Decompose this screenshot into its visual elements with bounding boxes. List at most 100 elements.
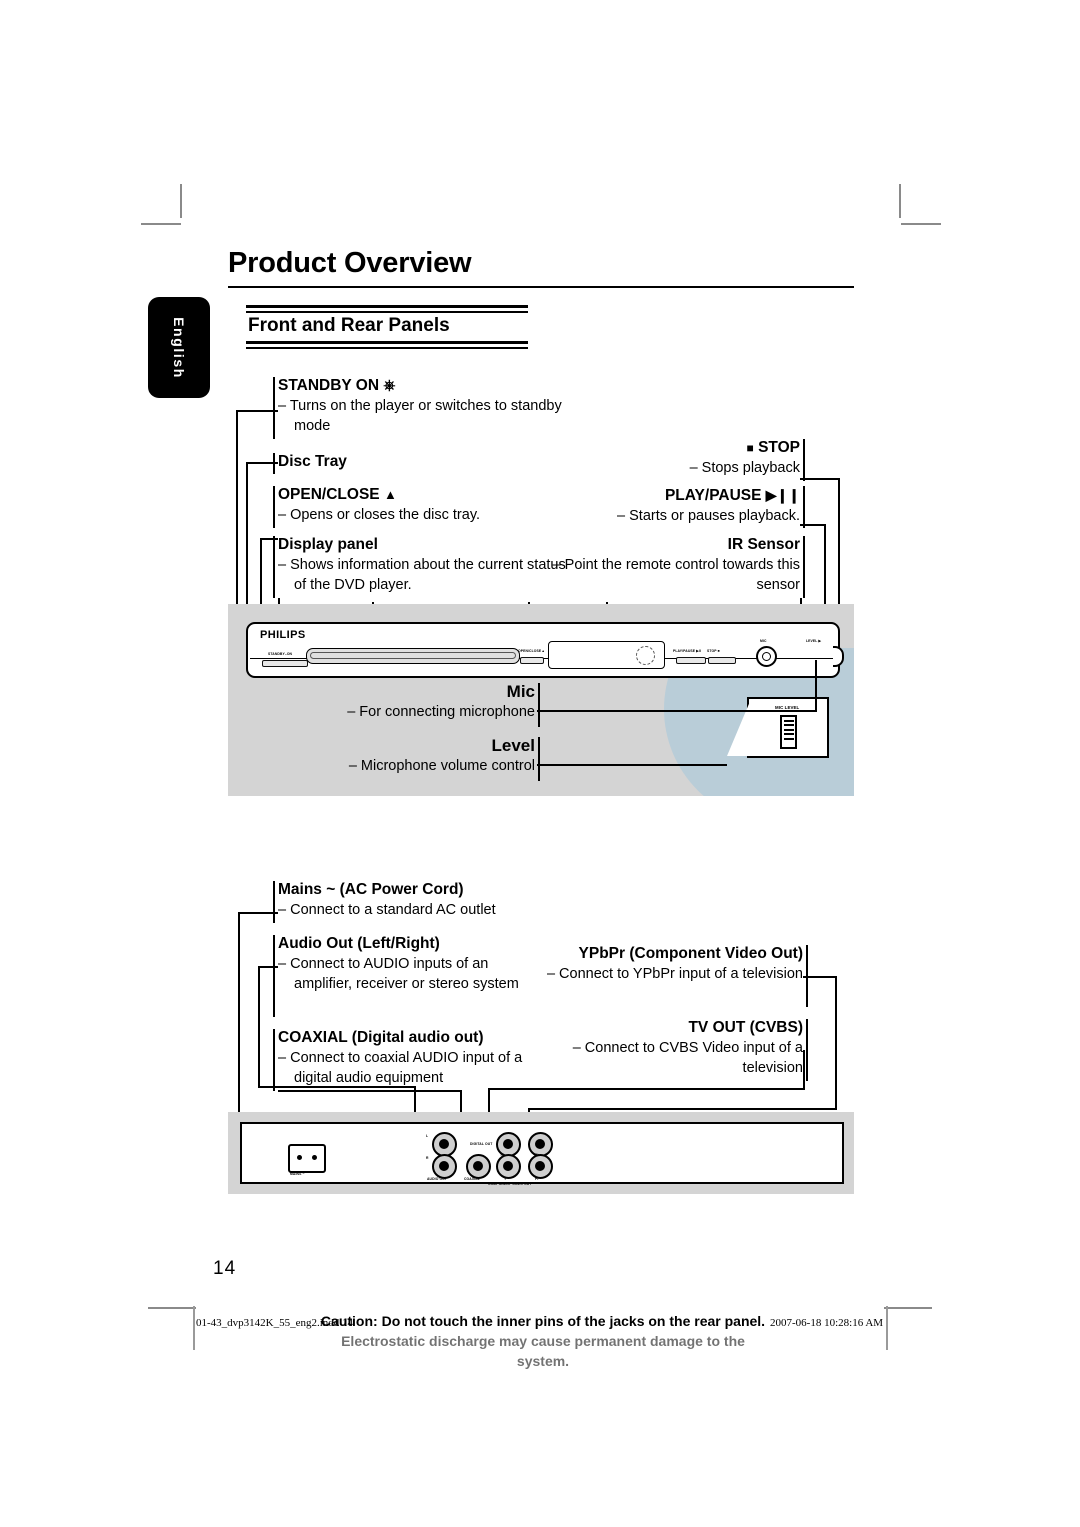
dvd-player-front-body: PHILIPS STANDBY–ON OPEN/CLOSE ▴ PLAY/PAU… xyxy=(246,622,844,678)
stop-icon: ■ xyxy=(746,441,754,455)
crop-mark-top-right-horizontal xyxy=(901,223,941,225)
crop-mark-top-left-vertical xyxy=(180,184,182,218)
disc-tray-art xyxy=(306,648,520,664)
audio-out-label: AUDIO OUT xyxy=(427,1177,447,1181)
callout-term-label: Level xyxy=(491,736,535,755)
callout-term: STANDBY ON ⎈ xyxy=(278,376,568,396)
callout-bar xyxy=(803,486,805,528)
leader-ypbpr-horizontal2 xyxy=(528,1108,836,1110)
footer-crop-rule-left xyxy=(148,1307,196,1309)
export-timestamp: 2007-06-18 10:28:16 AM xyxy=(770,1317,884,1329)
callout-description: – Connect to YPbPr input of a television xyxy=(546,966,803,982)
power-icon: ⎈ xyxy=(383,377,396,394)
language-tab-label: English xyxy=(171,316,187,379)
page-title: Product Overview xyxy=(228,247,472,279)
leader-level-horizontal xyxy=(537,764,727,766)
inset-wedge xyxy=(727,699,751,756)
leader-mains-horizontal xyxy=(238,912,278,914)
crop-mark-top-left-horizontal xyxy=(141,223,181,225)
page-title-rule xyxy=(228,286,854,288)
callout-term-label: STOP xyxy=(758,439,800,456)
callout-term-label: Mic xyxy=(506,682,535,701)
callout-term: ■ STOP xyxy=(540,438,800,458)
callout-tv-out: TV OUT (CVBS) – Connect to CVBS Video in… xyxy=(545,1018,808,1081)
leader-openclose-horizontal xyxy=(260,538,278,540)
component-y-label: Y xyxy=(504,1177,507,1181)
crop-mark-top-right-vertical xyxy=(899,184,901,218)
mic-jack-art xyxy=(756,646,777,667)
section-rule-bottom-thin xyxy=(246,347,528,349)
play-pause-icon: ▶❙❙ xyxy=(765,487,800,503)
leader-mic-horizontal xyxy=(537,710,817,712)
audio-right-label: R xyxy=(426,1156,429,1160)
leader-audio-horizontal xyxy=(258,966,278,968)
callout-bar xyxy=(803,536,805,598)
callout-bar xyxy=(803,439,805,481)
callout-bar xyxy=(273,377,275,439)
callout-description: – For connecting microphone xyxy=(347,704,535,720)
section-rule-top-thin xyxy=(246,311,528,313)
leader-mic-vertical xyxy=(815,660,817,710)
callout-level: Level – Microphone volume control xyxy=(300,736,540,781)
callout-bar xyxy=(273,486,275,528)
component-pr-label: Pr xyxy=(535,1177,539,1181)
standby-button-art xyxy=(262,660,308,667)
play-pause-button-art xyxy=(676,657,706,664)
digital-out-label: DIGITAL OUT xyxy=(470,1142,493,1146)
callout-disc-tray: Disc Tray xyxy=(273,452,478,474)
caution-line-2: Electrostatic discharge may cause perman… xyxy=(341,1333,745,1369)
callout-bar xyxy=(538,737,540,781)
callout-term-label: OPEN/CLOSE xyxy=(278,486,380,503)
leader-coaxial-horizontal xyxy=(278,1090,462,1092)
callout-play-pause: PLAY/PAUSE ▶❙❙ – Starts or pauses playba… xyxy=(540,485,805,528)
stop-button-art xyxy=(708,657,736,664)
leader-tvout-horizontal xyxy=(488,1088,804,1090)
philips-logo: PHILIPS xyxy=(260,629,306,641)
mic-label-art: MIC xyxy=(760,639,767,643)
callout-open-close: OPEN/CLOSE ▲ – Opens or closes the disc … xyxy=(273,485,568,528)
callout-description: – Connect to coaxial AUDIO input of a di… xyxy=(278,1050,523,1086)
section-rule-bottom-thick xyxy=(246,341,528,344)
callout-description: – Connect to AUDIO inputs of an amplifie… xyxy=(278,956,519,992)
coaxial-label: COAXIAL xyxy=(464,1177,480,1181)
callout-description: – Opens or closes the disc tray. xyxy=(278,507,481,523)
coaxial-socket xyxy=(466,1154,491,1179)
callout-bar xyxy=(273,1029,275,1091)
callout-description: – Microphone volume control xyxy=(348,758,535,774)
callout-term: PLAY/PAUSE ▶❙❙ xyxy=(540,485,800,506)
callout-term-label: PLAY/PAUSE xyxy=(664,487,762,504)
level-label-art: LEVEL ▶ xyxy=(806,639,822,643)
callout-term-label: Disc Tray xyxy=(278,453,347,470)
component-pr-socket xyxy=(528,1154,553,1179)
leader-ypbpr-horizontal xyxy=(803,976,837,978)
callout-term-label: Audio Out (Left/Right) xyxy=(278,935,440,952)
callout-coaxial: COAXIAL (Digital audio out) – Connect to… xyxy=(273,1028,548,1091)
section-title: Front and Rear Panels xyxy=(248,315,450,336)
callout-term-label: IR Sensor xyxy=(727,536,800,553)
open-close-label-art: OPEN/CLOSE ▴ xyxy=(518,649,545,653)
mains-label-art: MAINS ~ xyxy=(290,1172,305,1176)
caution-line-1: Caution: Do not touch the inner pins of … xyxy=(320,1313,766,1329)
source-file-name: 01-43_dvp3142K_55_eng2.indd 14 xyxy=(196,1317,354,1329)
callout-standby-on: STANDBY ON ⎈ – Turns on the player or sw… xyxy=(273,376,568,439)
callout-bar xyxy=(273,935,275,1017)
leader-stop-horizontal xyxy=(800,478,840,480)
leader-stop-vertical xyxy=(838,478,840,618)
callout-bar xyxy=(273,536,275,598)
callout-bar xyxy=(806,1019,808,1081)
callout-ir-sensor: IR Sensor – Point the remote control tow… xyxy=(540,535,805,598)
eject-icon: ▲ xyxy=(383,487,397,502)
component-y-socket xyxy=(496,1154,521,1179)
callout-term-label: TV OUT (CVBS) xyxy=(688,1019,803,1036)
footer-crop-rule-right xyxy=(884,1307,932,1309)
callout-term: OPEN/CLOSE ▲ xyxy=(278,485,568,505)
rear-panel-illustration: MAINS ~ L R AUDIO OUT DIGITAL OUT COAXIA… xyxy=(228,1112,854,1194)
leader-standby-horizontal xyxy=(236,410,278,412)
callout-description: – Connect to CVBS Video input of a telev… xyxy=(572,1040,803,1076)
section-rule-top-thick xyxy=(246,305,528,308)
callout-term-label: STANDBY ON xyxy=(278,377,380,394)
ir-sensor-art xyxy=(636,646,655,665)
leader-audio-horizontal2 xyxy=(258,1086,416,1088)
leader-disctray-horizontal xyxy=(246,462,278,464)
stop-label-art: STOP ■ xyxy=(707,649,720,653)
